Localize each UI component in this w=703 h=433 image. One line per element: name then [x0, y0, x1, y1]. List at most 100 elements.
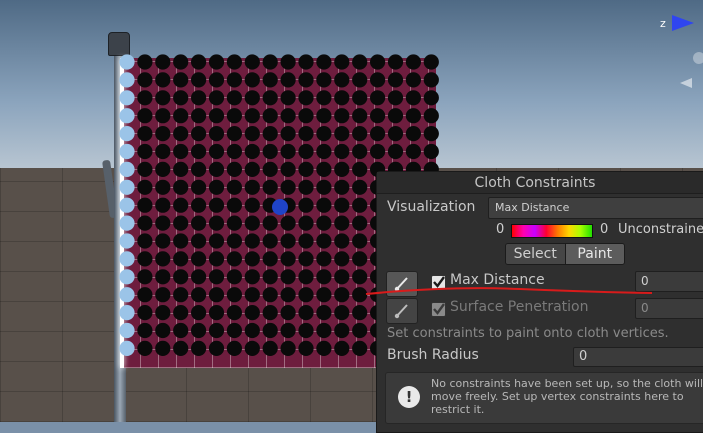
cloth-vertex[interactable] — [387, 126, 404, 142]
cloth-vertex[interactable] — [280, 54, 296, 70]
cloth-vertex[interactable] — [280, 215, 296, 231]
cloth-vertex[interactable] — [387, 72, 404, 88]
cloth-vertex[interactable] — [387, 108, 404, 124]
cloth-vertex[interactable] — [155, 161, 171, 177]
cloth-vertex[interactable] — [137, 54, 153, 70]
cloth-vertex[interactable] — [137, 233, 153, 249]
cloth-vertex[interactable] — [226, 251, 242, 267]
cloth-vertex[interactable] — [244, 215, 260, 231]
cloth-vertex[interactable] — [316, 179, 332, 195]
cloth-vertex[interactable] — [155, 269, 171, 285]
cloth-vertex[interactable] — [191, 179, 207, 195]
cloth-vertex[interactable] — [208, 322, 225, 339]
cloth-vertex[interactable] — [262, 161, 278, 177]
cloth-vertex[interactable] — [208, 179, 225, 195]
cloth-vertex[interactable] — [155, 197, 171, 213]
cloth-vertex[interactable] — [334, 287, 350, 303]
cloth-vertex[interactable] — [316, 251, 332, 267]
cloth-vertex[interactable] — [208, 215, 225, 231]
pinned-vertex[interactable] — [119, 305, 135, 321]
pinned-vertex[interactable] — [119, 161, 135, 177]
cloth-vertex[interactable] — [423, 143, 439, 160]
cloth-vertex[interactable] — [334, 161, 350, 177]
cloth-vertex[interactable] — [137, 143, 153, 160]
cloth-vertex[interactable] — [173, 251, 189, 267]
pinned-vertex[interactable] — [119, 269, 135, 285]
visualization-dropdown[interactable]: Max Distance — [488, 197, 703, 219]
cloth-vertex[interactable] — [173, 143, 189, 160]
cloth-vertex[interactable] — [352, 54, 368, 70]
cloth-vertex[interactable] — [423, 90, 439, 106]
cloth-vertex[interactable] — [226, 143, 242, 160]
cloth-vertex[interactable] — [137, 179, 153, 195]
cloth-vertex[interactable] — [208, 90, 225, 106]
cloth-vertex[interactable] — [298, 126, 314, 142]
cloth-vertex[interactable] — [173, 72, 189, 88]
cloth-vertex[interactable] — [155, 233, 171, 249]
cloth-vertex[interactable] — [423, 126, 439, 142]
cloth-vertex[interactable] — [298, 269, 314, 285]
cloth-vertex[interactable] — [262, 251, 278, 267]
surface-penetration-paint-button[interactable] — [386, 298, 418, 324]
cloth-vertex[interactable] — [352, 251, 368, 267]
cloth-vertex[interactable] — [298, 197, 314, 213]
cloth-vertex[interactable] — [173, 340, 189, 356]
cloth-vertex[interactable] — [334, 126, 350, 142]
pinned-vertex[interactable] — [119, 197, 135, 213]
cloth-vertex[interactable] — [155, 251, 171, 267]
cloth-vertex[interactable] — [298, 90, 314, 106]
cloth-vertex[interactable] — [191, 287, 207, 303]
cloth-vertex[interactable] — [208, 143, 225, 160]
select-mode-button[interactable]: Select — [506, 244, 566, 264]
cloth-vertex[interactable] — [370, 90, 386, 106]
cloth-vertex[interactable] — [405, 54, 421, 70]
gizmo-x-axis-icon[interactable] — [680, 78, 692, 88]
cloth-vertex[interactable] — [280, 233, 296, 249]
cloth-vertex[interactable] — [191, 197, 207, 213]
cloth-vertex[interactable] — [173, 108, 189, 124]
cloth-vertex[interactable] — [244, 340, 260, 356]
brush-radius-field[interactable]: 0 — [573, 347, 703, 367]
cloth-vertex[interactable] — [208, 287, 225, 303]
pinned-vertex[interactable] — [119, 179, 135, 195]
cloth-vertex[interactable] — [316, 54, 332, 70]
cloth-vertex[interactable] — [298, 108, 314, 124]
cloth-vertex[interactable] — [226, 322, 242, 339]
cloth-vertex[interactable] — [352, 269, 368, 285]
cloth-vertex[interactable] — [244, 322, 260, 339]
cloth-vertex[interactable] — [298, 179, 314, 195]
cloth-vertex[interactable] — [208, 233, 225, 249]
cloth-vertex[interactable] — [334, 197, 350, 213]
cloth-vertex[interactable] — [191, 322, 207, 339]
cloth-vertex[interactable] — [226, 179, 242, 195]
cloth-vertex[interactable] — [244, 72, 260, 88]
cloth-vertex[interactable] — [316, 340, 332, 356]
cloth-vertex[interactable] — [173, 305, 189, 321]
cloth-vertex[interactable] — [280, 143, 296, 160]
cloth-vertex[interactable] — [352, 233, 368, 249]
cloth-vertex[interactable] — [405, 90, 421, 106]
cloth-vertex[interactable] — [280, 269, 296, 285]
cloth-vertex[interactable] — [191, 251, 207, 267]
cloth-vertex[interactable] — [155, 90, 171, 106]
cloth-vertex[interactable] — [191, 108, 207, 124]
cloth-vertex[interactable] — [316, 126, 332, 142]
cloth-vertex[interactable] — [405, 72, 421, 88]
cloth-vertex[interactable] — [208, 126, 225, 142]
cloth-vertex[interactable] — [226, 269, 242, 285]
cloth-vertex[interactable] — [137, 72, 153, 88]
cloth-vertex[interactable] — [298, 143, 314, 160]
cloth-vertex[interactable] — [280, 251, 296, 267]
cloth-vertex[interactable] — [370, 126, 386, 142]
cloth-vertex[interactable] — [316, 197, 332, 213]
cloth-vertex[interactable] — [280, 179, 296, 195]
cloth-vertex[interactable] — [334, 269, 350, 285]
cloth-vertex[interactable] — [280, 72, 296, 88]
cloth-vertex[interactable] — [280, 108, 296, 124]
cloth-vertex[interactable] — [244, 108, 260, 124]
cloth-vertex[interactable] — [137, 215, 153, 231]
cloth-vertex[interactable] — [226, 340, 242, 356]
cloth-vertex[interactable] — [191, 54, 207, 70]
cloth-vertex[interactable] — [244, 305, 260, 321]
cloth-vertex[interactable] — [423, 54, 439, 70]
